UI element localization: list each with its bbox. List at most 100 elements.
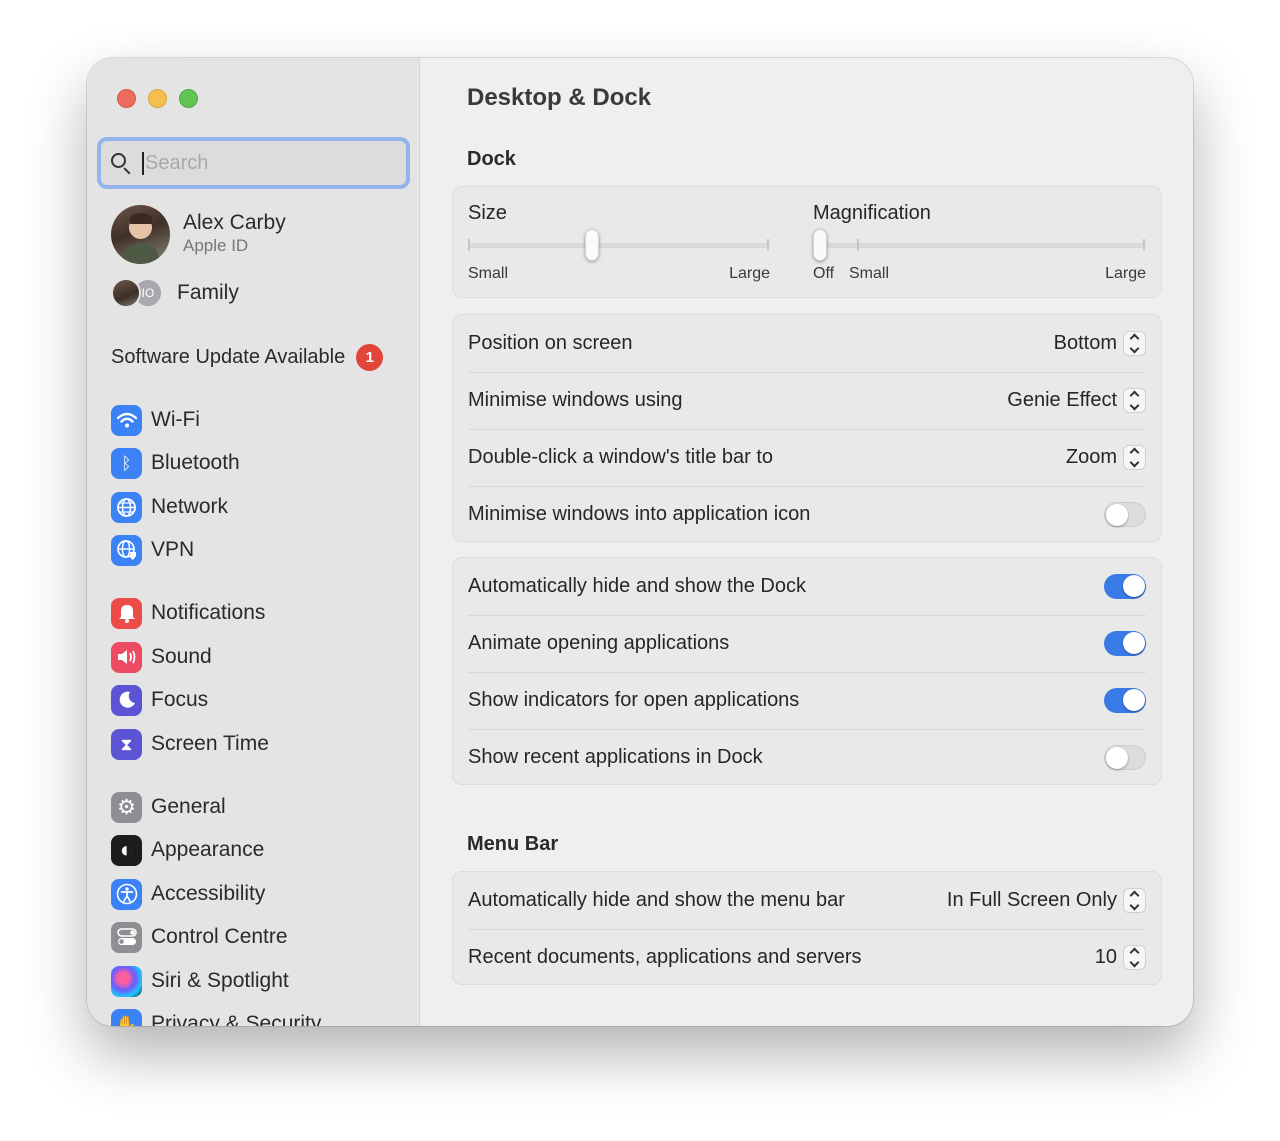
double-click-popup[interactable]: Zoom — [1066, 445, 1146, 470]
moon-icon — [111, 684, 142, 716]
slider-tick — [767, 239, 769, 251]
size-slider-block: Size Small Large — [468, 187, 770, 297]
menu-bar-auto-hide-value: In Full Screen Only — [946, 889, 1117, 911]
vpn-globe-icon — [111, 534, 142, 566]
sidebar-item-vpn[interactable]: VPN — [111, 533, 194, 567]
sidebar-item-label: Privacy & Security — [151, 1012, 322, 1026]
double-click-row: Double-click a window's title bar to Zoo… — [453, 429, 1161, 486]
menu-bar-auto-hide-row: Automatically hide and show the menu bar… — [453, 872, 1161, 929]
recent-documents-value: 10 — [1094, 946, 1117, 968]
appearance-icon: ◐ — [111, 834, 142, 866]
sidebar-item-bluetooth[interactable]: ᛒ Bluetooth — [111, 446, 240, 480]
dock-section-title: Dock — [467, 148, 516, 170]
magnification-slider-track[interactable] — [813, 243, 1146, 248]
minimise-into-icon-label: Minimise windows into application icon — [468, 503, 811, 525]
recent-apps-row: Show recent applications in Dock — [453, 729, 1161, 786]
gear-icon: ⚙ — [111, 791, 142, 823]
dock-options-group: Position on screen Bottom Minimise windo… — [452, 314, 1162, 542]
family-item[interactable]: IO Family — [111, 276, 239, 310]
sidebar-item-accessibility[interactable]: Accessibility — [111, 877, 265, 911]
indicators-label: Show indicators for open applications — [468, 689, 800, 711]
apple-id-profile[interactable]: Alex Carby Apple ID — [111, 204, 401, 264]
sidebar-item-label: Sound — [151, 645, 212, 668]
software-update-label: Software Update Available — [111, 345, 346, 368]
animate-toggle[interactable] — [1104, 631, 1146, 656]
recent-documents-popup[interactable]: 10 — [1095, 945, 1146, 970]
minimise-into-icon-toggle[interactable] — [1104, 502, 1146, 527]
sidebar-item-siri-spotlight[interactable]: Siri & Spotlight — [111, 964, 289, 998]
sidebar-item-wifi[interactable]: Wi-Fi — [111, 403, 200, 437]
software-update-item[interactable]: Software Update Available 1 — [111, 341, 384, 373]
position-row: Position on screen Bottom — [453, 315, 1161, 372]
minimise-into-icon-row: Minimise windows into application icon — [453, 486, 1161, 543]
sidebar-item-label: Network — [151, 495, 229, 518]
sidebar-item-label: Accessibility — [151, 882, 266, 905]
sidebar-item-label: General — [151, 795, 226, 818]
minimize-button[interactable] — [148, 89, 167, 108]
slider-tick — [468, 239, 470, 251]
sidebar-item-notifications[interactable]: Notifications — [111, 596, 265, 630]
close-button[interactable] — [117, 89, 136, 108]
recent-apps-toggle[interactable] — [1104, 745, 1146, 770]
sidebar-item-network[interactable]: Network — [111, 490, 228, 524]
chevron-updown-icon — [1123, 945, 1146, 970]
indicators-toggle[interactable] — [1104, 688, 1146, 713]
sidebar-item-label: Appearance — [151, 838, 265, 861]
animate-label: Animate opening applications — [468, 632, 730, 654]
sidebar-item-sound[interactable]: Sound — [111, 640, 212, 674]
minimise-using-popup[interactable]: Genie Effect — [1007, 388, 1146, 413]
magnification-off-label: Off — [813, 265, 835, 282]
recent-documents-row: Recent documents, applications and serve… — [453, 929, 1161, 986]
search-field[interactable] — [97, 137, 410, 189]
sidebar-item-label: Screen Time — [151, 732, 269, 755]
sidebar-item-label: Control Centre — [151, 925, 288, 948]
sidebar-item-control-centre[interactable]: Control Centre — [111, 920, 288, 954]
chevron-updown-icon — [1123, 888, 1146, 913]
magnification-min-label: Small — [849, 265, 890, 282]
minimise-using-row: Minimise windows using Genie Effect — [453, 372, 1161, 429]
dock-sliders-group: Size Small Large Magnification Off Small… — [452, 186, 1162, 298]
minimise-using-value: Genie Effect — [1007, 389, 1117, 411]
size-slider-thumb[interactable] — [584, 229, 599, 261]
sidebar-item-focus[interactable]: Focus — [111, 683, 208, 717]
size-min-label: Small — [468, 265, 509, 282]
recent-documents-label: Recent documents, applications and serve… — [468, 946, 862, 968]
sidebar-item-screen-time[interactable]: ⧗ Screen Time — [111, 727, 269, 761]
sidebar-item-general[interactable]: ⚙ General — [111, 790, 226, 824]
dock-behaviour-group: Automatically hide and show the Dock Ani… — [452, 557, 1162, 785]
magnification-slider-title: Magnification — [813, 202, 931, 224]
family-label: Family — [177, 281, 239, 304]
size-slider-track[interactable] — [468, 243, 770, 248]
search-icon — [110, 152, 132, 175]
hand-icon: ✋ — [111, 1008, 142, 1026]
sidebar-item-label: Focus — [151, 688, 209, 711]
system-settings-window: Alex Carby Apple ID IO Family Software U… — [87, 58, 1193, 1026]
siri-icon — [111, 965, 142, 997]
sidebar-item-label: Bluetooth — [151, 451, 240, 474]
control-centre-icon — [111, 921, 142, 953]
sidebar-item-label: Notifications — [151, 601, 266, 624]
auto-hide-dock-toggle[interactable] — [1104, 574, 1146, 599]
magnification-slider-thumb[interactable] — [813, 229, 827, 261]
bell-icon — [111, 597, 142, 629]
position-popup[interactable]: Bottom — [1054, 331, 1146, 356]
position-value: Bottom — [1053, 332, 1117, 354]
recent-apps-label: Show recent applications in Dock — [468, 746, 763, 768]
size-slider-title: Size — [468, 202, 507, 224]
magnification-max-label: Large — [1105, 265, 1146, 282]
slider-tick — [1143, 239, 1145, 251]
menu-bar-auto-hide-label: Automatically hide and show the menu bar — [468, 889, 845, 911]
accessibility-icon — [111, 878, 142, 910]
minimise-using-label: Minimise windows using — [468, 389, 683, 411]
animate-row: Animate opening applications — [453, 615, 1161, 672]
avatar — [111, 204, 170, 264]
sidebar: Alex Carby Apple ID IO Family Software U… — [87, 58, 420, 1026]
search-input[interactable] — [142, 151, 392, 175]
sidebar-item-privacy-security[interactable]: ✋ Privacy & Security — [111, 1007, 321, 1026]
zoom-button[interactable] — [179, 89, 198, 108]
sidebar-item-label: VPN — [151, 538, 195, 561]
sidebar-item-appearance[interactable]: ◐ Appearance — [111, 833, 264, 867]
auto-hide-dock-row: Automatically hide and show the Dock — [453, 558, 1161, 615]
sidebar-item-label: Wi-Fi — [151, 408, 200, 431]
menu-bar-auto-hide-popup[interactable]: In Full Screen Only — [947, 888, 1146, 913]
